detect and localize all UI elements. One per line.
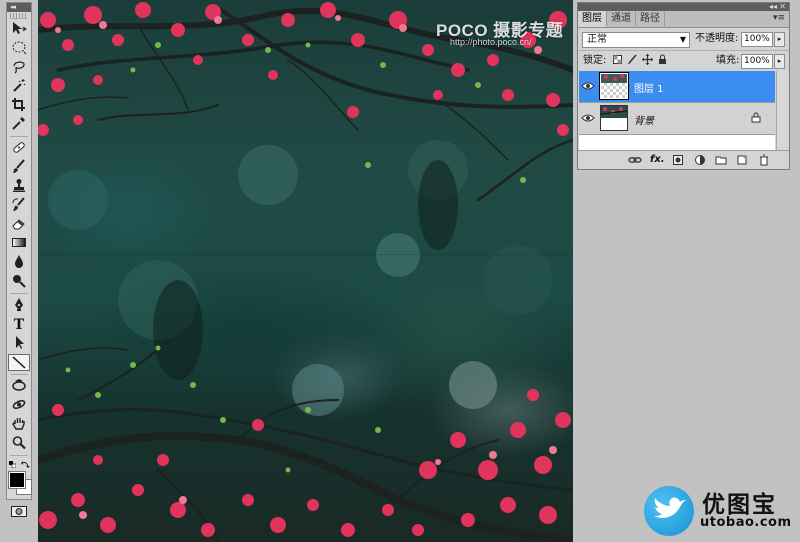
- layer-row-background[interactable]: 背景: [579, 103, 775, 135]
- bird-logo-icon: [644, 486, 694, 536]
- lock-all-icon[interactable]: [657, 54, 668, 65]
- chevron-down-icon: ▼: [679, 35, 686, 44]
- panel-collapse-button[interactable]: ◂◂: [769, 2, 777, 11]
- fill-input[interactable]: 100%: [741, 54, 773, 69]
- tools-panel-collapse-button[interactable]: ◂◂: [7, 3, 31, 12]
- document-canvas[interactable]: POCO 摄影专题 http://photo.poco.cn/: [38, 0, 573, 542]
- eye-icon[interactable]: [581, 80, 595, 92]
- link-layers-icon[interactable]: [628, 154, 642, 166]
- foreground-color-swatch[interactable]: [9, 472, 25, 488]
- tools-panel-grip[interactable]: [10, 13, 28, 19]
- blend-mode-select[interactable]: 正常 ▼: [582, 32, 690, 48]
- layers-list: 图层 1 背景: [579, 71, 775, 151]
- panel-close-button[interactable]: ✕: [779, 2, 786, 11]
- panel-footer: fx.: [578, 150, 789, 169]
- eraser-tool-icon[interactable]: [8, 216, 30, 233]
- color-swatches: [7, 459, 32, 499]
- layer-row-layer-1[interactable]: 图层 1: [579, 71, 775, 103]
- path-selection-tool-icon[interactable]: [8, 335, 30, 352]
- lock-position-icon[interactable]: [642, 54, 653, 65]
- tab-channels[interactable]: 通道: [607, 11, 636, 26]
- quick-mask-icon[interactable]: [8, 503, 30, 519]
- layer-thumbnail: [600, 105, 628, 131]
- new-group-icon[interactable]: [715, 154, 728, 166]
- panel-menu-button[interactable]: ▾≡: [773, 13, 785, 23]
- 3d-orbit-tool-icon[interactable]: [8, 397, 30, 414]
- crop-tool-icon[interactable]: [8, 97, 30, 114]
- panel-tabs: 图层 通道 路径 ▾≡: [578, 11, 789, 28]
- brush-tool-icon[interactable]: [8, 159, 30, 176]
- tab-layers[interactable]: 图层: [578, 11, 607, 27]
- clone-stamp-tool-icon[interactable]: [8, 178, 30, 195]
- logo-url: utobao.com: [700, 515, 792, 530]
- move-tool-icon[interactable]: [8, 21, 30, 38]
- utobao-logo: 优图宝 utobao.com: [638, 482, 798, 540]
- zoom-tool-icon[interactable]: [8, 435, 30, 452]
- eye-icon[interactable]: [581, 112, 595, 124]
- delete-layer-icon[interactable]: [758, 154, 771, 166]
- layers-panel: ◂◂ ✕ 图层 通道 路径 ▾≡ 正常 ▼ 不透明度: 100% ▸ 锁定: 填…: [577, 2, 790, 170]
- lock-image-pixels-icon[interactable]: [627, 54, 638, 65]
- logo-text: 优图宝: [702, 492, 777, 518]
- watermark-url: http://photo.poco.cn/: [450, 37, 532, 47]
- layer-name[interactable]: 图层 1: [634, 80, 664, 95]
- dodge-tool-icon[interactable]: [8, 273, 30, 290]
- new-layer-icon[interactable]: [736, 154, 749, 166]
- fill-slider-button[interactable]: ▸: [774, 54, 785, 69]
- pen-tool-icon[interactable]: [8, 297, 30, 314]
- opacity-input[interactable]: 100%: [741, 32, 773, 47]
- swap-colors-icon[interactable]: [21, 460, 30, 469]
- svg-text:T: T: [14, 317, 25, 331]
- tools-panel: ◂◂ T: [6, 2, 32, 517]
- 3d-rotate-tool-icon[interactable]: [8, 378, 30, 395]
- lasso-tool-icon[interactable]: [8, 59, 30, 76]
- layers-scrollbar[interactable]: [776, 71, 789, 151]
- flower-photo: [38, 2, 573, 542]
- blend-mode-value: 正常: [587, 34, 607, 45]
- layer-thumbnail: [600, 73, 628, 99]
- hand-tool-icon[interactable]: [8, 416, 30, 433]
- lock-transparent-pixels-icon[interactable]: [612, 54, 623, 65]
- fx-icon[interactable]: fx.: [650, 154, 665, 166]
- eyedropper-tool-icon[interactable]: [8, 116, 30, 133]
- elliptical-marquee-tool-icon[interactable]: [8, 40, 30, 57]
- layer-seam: [38, 254, 573, 255]
- blur-tool-icon[interactable]: [8, 254, 30, 271]
- gradient-tool-icon[interactable]: [8, 235, 30, 252]
- line-tool-icon[interactable]: [8, 354, 30, 371]
- default-colors-icon[interactable]: [9, 461, 16, 468]
- opacity-label: 不透明度:: [695, 33, 739, 44]
- healing-brush-tool-icon[interactable]: [8, 140, 30, 157]
- type-tool-icon[interactable]: T: [8, 316, 30, 333]
- lock-icon: [751, 112, 761, 123]
- add-mask-icon[interactable]: [672, 154, 685, 166]
- fill-label: 填充:: [716, 55, 740, 66]
- panel-title-bar[interactable]: ◂◂ ✕: [578, 2, 789, 11]
- adjustment-layer-icon[interactable]: [694, 154, 707, 166]
- magic-wand-tool-icon[interactable]: [8, 78, 30, 95]
- layer-name[interactable]: 背景: [634, 112, 654, 127]
- lock-label: 锁定:: [583, 55, 607, 66]
- opacity-slider-button[interactable]: ▸: [774, 32, 785, 47]
- tab-paths[interactable]: 路径: [636, 11, 665, 26]
- history-brush-tool-icon[interactable]: [8, 197, 30, 214]
